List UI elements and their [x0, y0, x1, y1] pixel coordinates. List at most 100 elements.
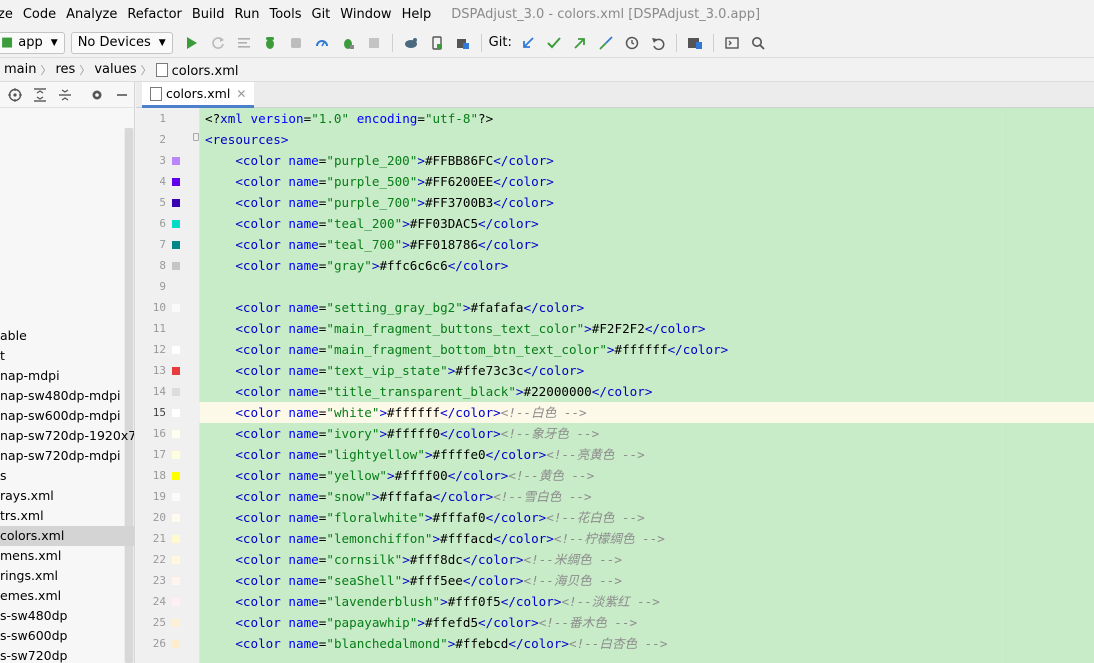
tree-item[interactable]: rings.xml: [0, 566, 134, 586]
device-manager-icon[interactable]: [684, 32, 706, 54]
code-line[interactable]: 20 <color name="floralwhite">#fffaf0</co…: [136, 507, 1094, 528]
stop-icon[interactable]: [363, 32, 385, 54]
color-swatch-icon[interactable]: [172, 367, 180, 375]
avd-manager-icon[interactable]: [426, 32, 448, 54]
code-line[interactable]: 21 <color name="lemonchiffon">#fffacd</c…: [136, 528, 1094, 549]
code-line[interactable]: 25 <color name="papayawhip">#ffefd5</col…: [136, 612, 1094, 633]
tree-item[interactable]: s-sw480dp: [0, 606, 134, 626]
menu-tools[interactable]: Tools: [264, 7, 306, 22]
close-icon[interactable]: ✕: [236, 87, 246, 101]
color-swatch-icon[interactable]: [172, 157, 180, 165]
tree-item[interactable]: trs.xml: [0, 506, 134, 526]
color-swatch-icon[interactable]: [172, 577, 180, 585]
code-line[interactable]: 16 <color name="ivory">#fffff0</color><!…: [136, 423, 1094, 444]
module-selector[interactable]: ■ app ▼: [0, 31, 65, 54]
color-swatch-icon[interactable]: [172, 514, 180, 522]
tab-colors-xml[interactable]: colors.xml ✕: [142, 82, 255, 108]
git-commit-icon[interactable]: [543, 32, 565, 54]
menu-view[interactable]: ze: [0, 7, 18, 22]
color-swatch-icon[interactable]: [172, 178, 180, 186]
collapse-all-icon[interactable]: [55, 84, 74, 106]
code-line[interactable]: 19 <color name="snow">#fffafa</color><!-…: [136, 486, 1094, 507]
git-history-icon[interactable]: [621, 32, 643, 54]
code-line[interactable]: 1 <?xml version="1.0" encoding="utf-8"?>: [136, 108, 1094, 129]
color-swatch-icon[interactable]: [172, 430, 180, 438]
tree-item[interactable]: s: [0, 466, 134, 486]
code-line[interactable]: 6 <color name="teal_200">#FF03DAC5</colo…: [136, 213, 1094, 234]
code-line[interactable]: 10 <color name="setting_gray_bg2">#fafaf…: [136, 297, 1094, 318]
sync-gradle-icon[interactable]: [400, 32, 422, 54]
git-rollback-icon[interactable]: [647, 32, 669, 54]
hide-panel-icon[interactable]: [112, 84, 131, 106]
code-line[interactable]: 15 <color name="white">#ffffff</color><!…: [136, 402, 1094, 423]
rerun-icon[interactable]: [207, 32, 229, 54]
color-swatch-icon[interactable]: [172, 304, 180, 312]
search-icon[interactable]: [747, 32, 769, 54]
color-swatch-icon[interactable]: [172, 535, 180, 543]
color-swatch-icon[interactable]: [172, 409, 180, 417]
color-swatch-icon[interactable]: [172, 493, 180, 501]
color-swatch-icon[interactable]: [172, 388, 180, 396]
tree-item-selected[interactable]: colors.xml: [0, 526, 134, 546]
tree-item[interactable]: s-sw720dp: [0, 646, 134, 663]
code-line[interactable]: 26 <color name="blanchedalmond">#ffebcd<…: [136, 633, 1094, 654]
color-swatch-icon[interactable]: [172, 199, 180, 207]
code-line[interactable]: 18 <color name="yellow">#ffff00</color><…: [136, 465, 1094, 486]
menu-analyze[interactable]: Analyze: [61, 7, 122, 22]
menu-code[interactable]: Code: [18, 7, 61, 22]
code-line[interactable]: 9: [136, 276, 1094, 297]
menu-git[interactable]: Git: [307, 7, 336, 22]
code-line[interactable]: 11 <color name="main_fragment_buttons_te…: [136, 318, 1094, 339]
code-editor[interactable]: 1 <?xml version="1.0" encoding="utf-8"?> 2…: [136, 108, 1094, 663]
code-line[interactable]: 7 <color name="teal_700">#FF018786</colo…: [136, 234, 1094, 255]
git-push-icon[interactable]: [569, 32, 591, 54]
menu-window[interactable]: Window: [335, 7, 396, 22]
tree-item[interactable]: t: [0, 346, 134, 366]
breadcrumb-res[interactable]: res: [51, 62, 79, 77]
run-config-icon[interactable]: [233, 32, 255, 54]
code-line[interactable]: 17 <color name="lightyellow">#ffffe0</co…: [136, 444, 1094, 465]
tree-item[interactable]: s-sw600dp: [0, 626, 134, 646]
terminal-icon[interactable]: [721, 32, 743, 54]
color-swatch-icon[interactable]: [172, 472, 180, 480]
tree-item[interactable]: nap-sw720dp-mdpi: [0, 446, 134, 466]
color-swatch-icon[interactable]: [172, 619, 180, 627]
locate-icon[interactable]: [5, 84, 24, 106]
git-update-icon[interactable]: [517, 32, 539, 54]
git-fetch-icon[interactable]: [595, 32, 617, 54]
expand-all-icon[interactable]: [30, 84, 49, 106]
breadcrumb-file[interactable]: colors.xml: [152, 61, 243, 79]
tree-item[interactable]: nap-sw480dp-mdpi: [0, 386, 134, 406]
code-line[interactable]: 8 <color name="gray">#ffc6c6c6</color>: [136, 255, 1094, 276]
color-swatch-icon[interactable]: [172, 262, 180, 270]
tree-item[interactable]: nap-sw600dp-mdpi: [0, 406, 134, 426]
color-swatch-icon[interactable]: [172, 640, 180, 648]
code-line[interactable]: 23 <color name="seaShell">#fff5ee</color…: [136, 570, 1094, 591]
code-line[interactable]: 13 <color name="text_vip_state">#ffe73c3…: [136, 360, 1094, 381]
sdk-manager-icon[interactable]: [452, 32, 474, 54]
color-swatch-icon[interactable]: [172, 556, 180, 564]
debug-icon[interactable]: [259, 32, 281, 54]
code-line[interactable]: 2 <resources>: [136, 129, 1094, 150]
fold-marker-icon[interactable]: [193, 133, 199, 141]
color-swatch-icon[interactable]: [172, 451, 180, 459]
menu-refactor[interactable]: Refactor: [122, 7, 187, 22]
code-line[interactable]: 4 <color name="purple_500">#FF6200EE</co…: [136, 171, 1094, 192]
color-swatch-icon[interactable]: [172, 598, 180, 606]
tree-item[interactable]: emes.xml: [0, 586, 134, 606]
profile-icon[interactable]: [311, 32, 333, 54]
run-icon[interactable]: [181, 32, 203, 54]
color-swatch-icon[interactable]: [172, 346, 180, 354]
tree-item[interactable]: rays.xml: [0, 486, 134, 506]
code-line[interactable]: 22 <color name="cornsilk">#fff8dc</color…: [136, 549, 1094, 570]
code-line[interactable]: 24 <color name="lavenderblush">#fff0f5</…: [136, 591, 1094, 612]
gear-icon[interactable]: [87, 84, 106, 106]
tree-item[interactable]: able: [0, 326, 134, 346]
coverage-icon[interactable]: [285, 32, 307, 54]
color-swatch-icon[interactable]: [172, 241, 180, 249]
tree-item[interactable]: nap-sw720dp-1920x720: [0, 426, 134, 446]
device-selector[interactable]: No Devices ▼: [70, 31, 173, 54]
menu-build[interactable]: Build: [187, 7, 230, 22]
code-line[interactable]: 3 <color name="purple_200">#FFBB86FC</co…: [136, 150, 1094, 171]
breadcrumb-main[interactable]: main: [0, 62, 40, 77]
